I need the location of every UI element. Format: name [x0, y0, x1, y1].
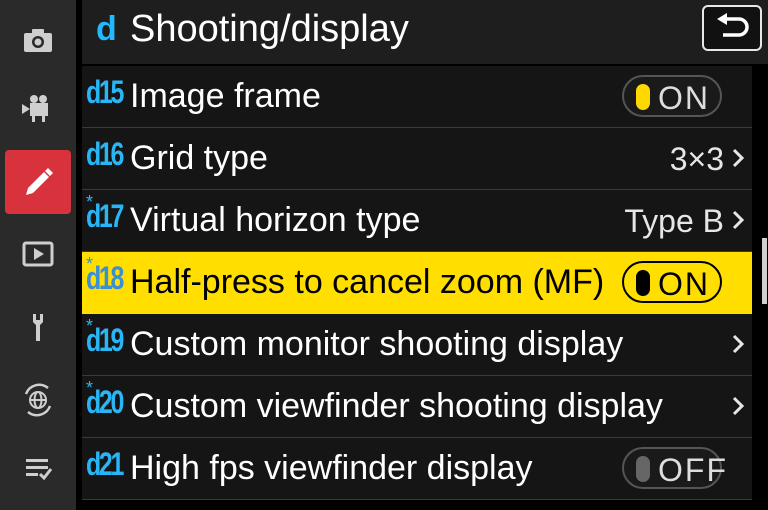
menu-group-letter: d: [96, 10, 117, 48]
chevron-right-icon: [732, 210, 745, 230]
menu-item-code: d19: [86, 322, 124, 358]
menu-item-code: d21: [86, 446, 124, 482]
toggle-knob: [636, 456, 650, 482]
menu-item-label: Image frame: [130, 77, 321, 115]
playback-icon: [22, 241, 54, 267]
sidebar-item-setup[interactable]: [5, 296, 71, 360]
menu-row-d20[interactable]: * d20 Custom viewfinder shooting display: [82, 376, 752, 438]
menu-item-label: Grid type: [130, 139, 268, 177]
sidebar-item-custom-settings[interactable]: [5, 150, 71, 214]
back-arrow-icon: [717, 13, 749, 37]
sidebar-item-network[interactable]: [5, 368, 71, 432]
menu-item-code: d15: [86, 74, 124, 110]
sidebar-item-playback[interactable]: [5, 222, 71, 286]
toggle-switch[interactable]: OFF: [622, 447, 726, 489]
network-icon: [24, 383, 52, 417]
menu-item-label: Custom monitor shooting display: [130, 325, 624, 363]
menu-item-label: Custom viewfinder shooting display: [130, 387, 663, 425]
my-menu-icon: [26, 459, 53, 481]
menu-row-d17[interactable]: * d17 Virtual horizon type Type B: [82, 190, 752, 252]
sidebar-item-video-recording[interactable]: [5, 76, 71, 140]
menu-row-d16[interactable]: d16 Grid type 3×3: [82, 128, 752, 190]
toggle-knob: [636, 84, 650, 110]
camera-icon: [24, 29, 52, 52]
toggle-switch[interactable]: ON: [622, 261, 722, 303]
toggle-knob: [636, 270, 650, 296]
sidebar: [0, 0, 76, 510]
chevron-right-icon: [732, 396, 745, 416]
chevron-right-icon: [732, 148, 745, 168]
toggle-state-label: OFF: [658, 452, 728, 488]
menu-header: d Shooting/display: [82, 0, 768, 64]
chevron-right-icon: [732, 334, 745, 354]
menu-item-label: Half-press to cancel zoom (MF): [130, 263, 605, 301]
menu-row-d19[interactable]: * d19 Custom monitor shooting display: [82, 314, 752, 376]
menu-row-d21[interactable]: d21 High fps viewfinder display OFF: [82, 438, 752, 500]
sidebar-item-photo-shooting[interactable]: [5, 8, 71, 72]
scrollbar-thumb[interactable]: [762, 237, 767, 304]
menu-item-label: High fps viewfinder display: [130, 449, 533, 487]
menu-item-code: d17: [86, 198, 124, 234]
menu-row-d18[interactable]: * d18 Half-press to cancel zoom (MF) ON: [82, 252, 752, 314]
pencil-icon: [26, 168, 53, 195]
sidebar-item-my-menu[interactable]: [5, 436, 71, 500]
menu-item-code: d16: [86, 136, 124, 172]
back-button[interactable]: [702, 5, 762, 51]
toggle-switch[interactable]: ON: [622, 75, 722, 117]
menu-row-d15[interactable]: d15 Image frame ON: [82, 66, 752, 128]
wrench-icon: [33, 314, 43, 341]
movie-camera-icon: [22, 95, 48, 122]
menu-item-code: d20: [86, 384, 124, 420]
menu-item-label: Virtual horizon type: [130, 201, 421, 239]
menu-list: d15 Image frame ON d16 Grid type 3×3 * d17 Virtu…: [82, 66, 752, 500]
toggle-state-label: ON: [658, 80, 710, 116]
page-title: Shooting/display: [130, 8, 409, 50]
menu-item-code: d18: [86, 260, 124, 296]
toggle-state-label: ON: [658, 266, 710, 302]
menu-item-value: 3×3: [669, 141, 724, 177]
menu-item-value: Type B: [624, 203, 724, 239]
